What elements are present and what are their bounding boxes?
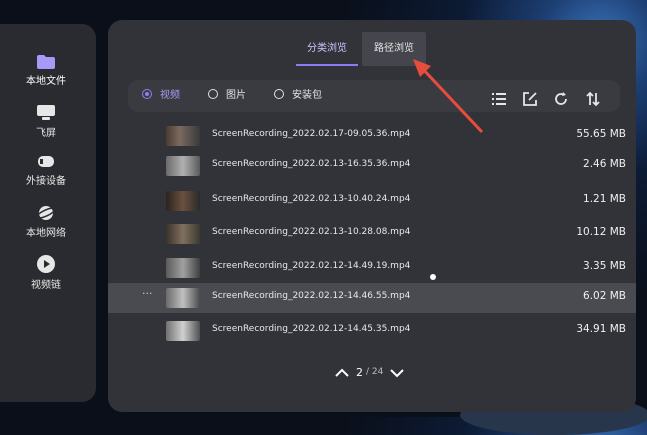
- edit-icon[interactable]: [521, 90, 539, 108]
- filter-bar: 视频 图片 安装包: [128, 80, 620, 112]
- tab-path-browse[interactable]: 路径浏览: [362, 32, 426, 66]
- filter-video-radio[interactable]: 视频: [142, 89, 180, 103]
- refresh-icon[interactable]: [552, 90, 570, 108]
- file-size: 3.35 MB: [583, 260, 626, 272]
- file-name: ScreenRecording_2022.02.12-14.49.19.mp4: [212, 261, 411, 271]
- radio-icon: [208, 89, 218, 99]
- file-row[interactable]: ScreenRecording_2022.02.17-09.05.36.mp4 …: [108, 121, 636, 151]
- filter-label: 安装包: [292, 90, 322, 101]
- file-size: 34.91 MB: [576, 323, 626, 335]
- video-thumbnail: [166, 224, 200, 244]
- external-device-icon: [38, 156, 54, 167]
- sidebar-item-external-device[interactable]: 外接设备: [0, 154, 92, 187]
- file-name: ScreenRecording_2022.02.13-16.35.36.mp4: [212, 159, 411, 169]
- file-size: 10.12 MB: [576, 226, 626, 238]
- file-row[interactable]: ScreenRecording_2022.02.12-14.49.19.mp4 …: [108, 253, 636, 283]
- sidebar-item-local-files[interactable]: 本地文件: [0, 54, 92, 87]
- file-row[interactable]: ScreenRecording_2022.02.13-10.40.24.mp4 …: [108, 186, 636, 216]
- video-thumbnail: [166, 191, 200, 211]
- video-thumbnail: [166, 258, 200, 278]
- planet-icon: [36, 206, 56, 220]
- sidebar-item-label: 飞屏: [36, 128, 56, 139]
- file-row[interactable]: ScreenRecording_2022.02.13-16.35.36.mp4 …: [108, 151, 636, 181]
- sidebar-item-fly-screen[interactable]: 飞屏: [0, 104, 92, 139]
- sort-icon[interactable]: [584, 90, 602, 108]
- radio-icon: [142, 89, 152, 99]
- video-thumbnail: [166, 126, 200, 146]
- page-total: / 24: [366, 367, 384, 377]
- file-name: ScreenRecording_2022.02.12-14.45.35.mp4: [212, 324, 411, 334]
- file-name: ScreenRecording_2022.02.13-10.28.08.mp4: [212, 227, 411, 237]
- file-size: 6.02 MB: [583, 290, 626, 302]
- sidebar-item-video-link[interactable]: 视频链: [0, 254, 92, 291]
- page-current: 2: [356, 366, 363, 379]
- radio-icon: [274, 89, 284, 99]
- file-row[interactable]: ScreenRecording_2022.02.13-10.28.08.mp4 …: [108, 219, 636, 249]
- more-options-icon[interactable]: ···: [142, 287, 153, 300]
- page-up-icon[interactable]: [334, 367, 350, 379]
- file-size: 55.65 MB: [576, 128, 626, 140]
- file-name: ScreenRecording_2022.02.17-09.05.36.mp4: [212, 129, 411, 139]
- file-size: 2.46 MB: [583, 158, 626, 170]
- file-row[interactable]: ScreenRecording_2022.02.12-14.45.35.mp4 …: [108, 316, 636, 346]
- filter-package-radio[interactable]: 安装包: [274, 89, 322, 103]
- video-thumbnail: [166, 321, 200, 341]
- monitor-icon: [37, 105, 55, 120]
- sidebar: 本地文件 飞屏 外接设备 本地网络 视频链: [0, 24, 96, 402]
- sidebar-item-label: 本地网络: [26, 228, 66, 239]
- file-row-selected[interactable]: ··· ScreenRecording_2022.02.12-14.46.55.…: [108, 283, 636, 313]
- file-browser-panel: 分类浏览 路径浏览 视频 图片 安装包 ScreenRecording_2022…: [108, 20, 636, 412]
- folder-icon: [37, 55, 55, 69]
- video-thumbnail: [166, 156, 200, 176]
- tab-label: 路径浏览: [374, 43, 414, 54]
- page-down-icon[interactable]: [389, 367, 405, 379]
- file-size: 1.21 MB: [583, 193, 626, 205]
- tab-label: 分类浏览: [307, 43, 347, 54]
- file-name: ScreenRecording_2022.02.13-10.40.24.mp4: [212, 194, 411, 204]
- filter-label: 图片: [226, 90, 246, 101]
- cursor-dot: [430, 274, 436, 280]
- sidebar-item-label: 视频链: [31, 280, 61, 291]
- video-thumbnail: [166, 288, 200, 308]
- filter-label: 视频: [160, 90, 180, 101]
- list-icon[interactable]: [490, 90, 508, 108]
- tab-category-browse[interactable]: 分类浏览: [294, 32, 360, 66]
- sidebar-item-label: 外接设备: [26, 176, 66, 187]
- filter-image-radio[interactable]: 图片: [208, 89, 246, 103]
- file-name: ScreenRecording_2022.02.12-14.46.55.mp4: [212, 291, 411, 301]
- sidebar-item-local-network[interactable]: 本地网络: [0, 204, 92, 239]
- sidebar-item-label: 本地文件: [26, 76, 66, 87]
- play-icon: [37, 255, 55, 273]
